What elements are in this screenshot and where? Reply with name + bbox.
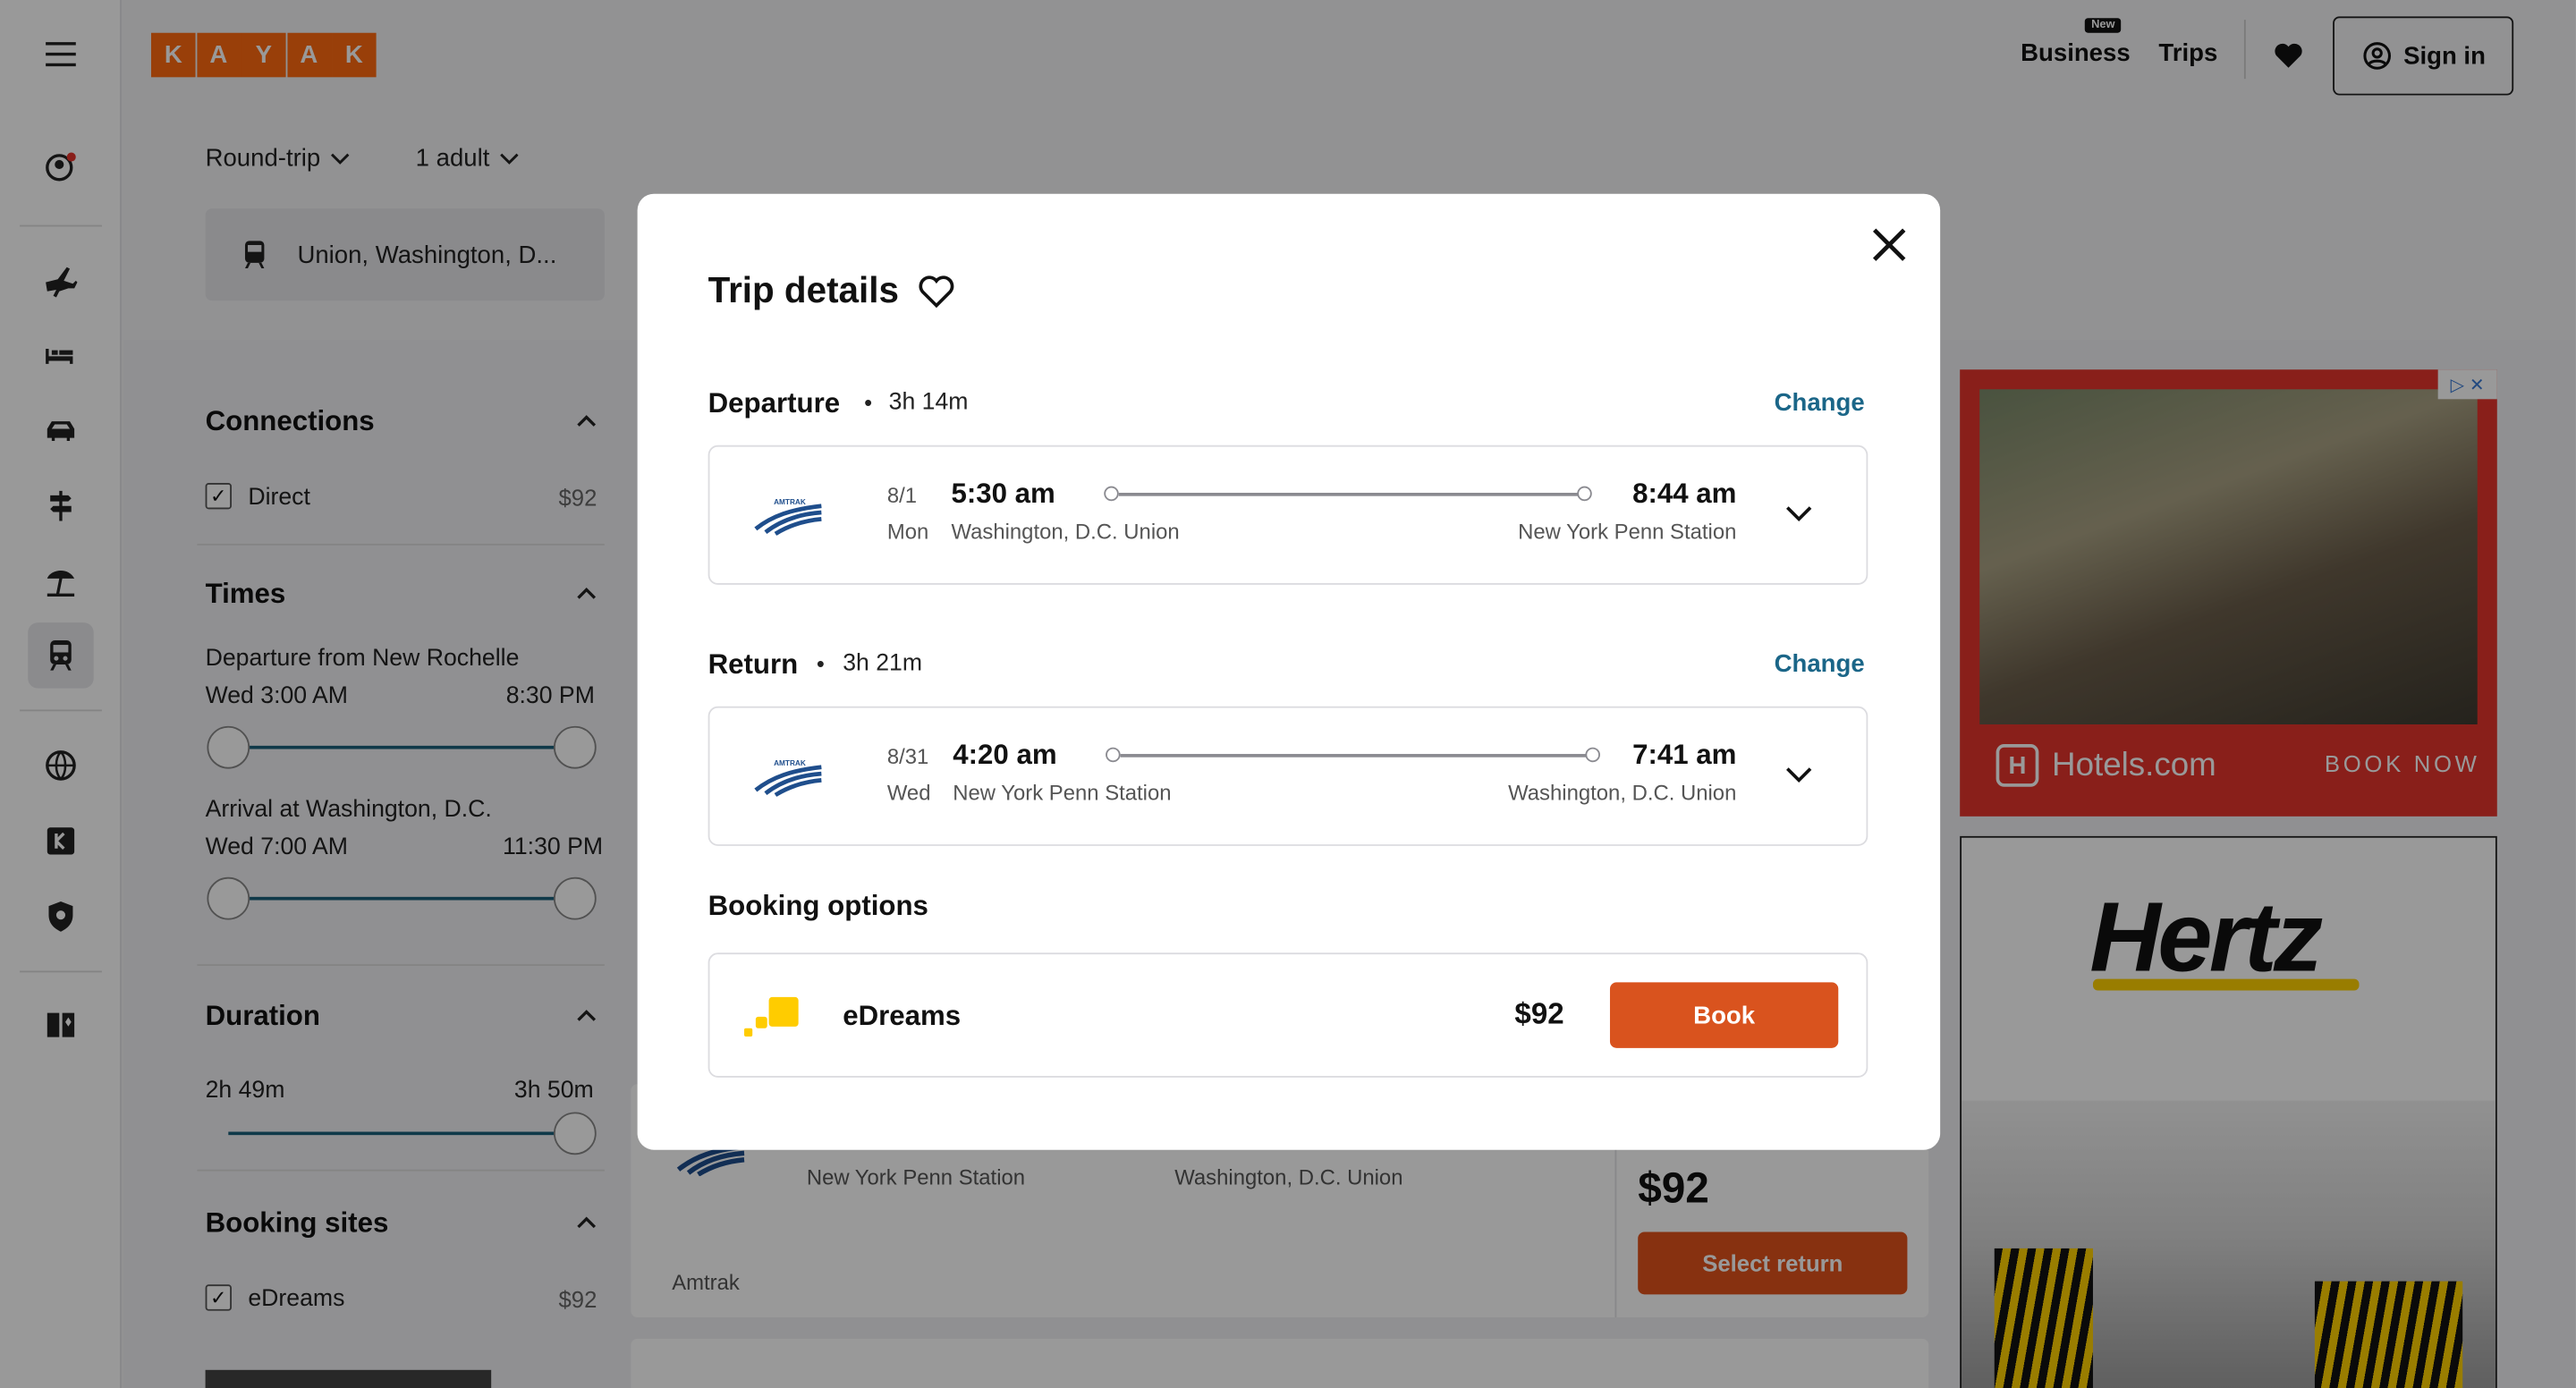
save-heart-icon[interactable] xyxy=(917,273,956,309)
svg-text:AMTRAK: AMTRAK xyxy=(774,759,806,767)
amtrak-logo: AMTRAK xyxy=(754,498,822,536)
provider-price: $92 xyxy=(1514,996,1564,1030)
return-arrive-time: 7:41 am xyxy=(1632,739,1737,771)
departure-depart-time: 5:30 am xyxy=(951,478,1055,510)
return-date: 8/31 xyxy=(886,744,929,769)
departure-dow: Mon xyxy=(886,519,929,544)
booking-option-row: eDreams $92 Book xyxy=(708,952,1868,1078)
change-return-link[interactable]: Change xyxy=(1775,650,1865,678)
modal-title: Trip details xyxy=(708,269,899,311)
departure-arrive-time: 8:44 am xyxy=(1632,478,1737,510)
return-leg[interactable]: AMTRAK 8/31 Wed 4:20 am New York Penn St… xyxy=(708,706,1868,846)
booking-options-heading: Booking options xyxy=(708,890,928,922)
close-icon[interactable] xyxy=(1869,225,1909,265)
chevron-down-icon[interactable] xyxy=(1785,767,1812,783)
return-duration: 3h 21m xyxy=(843,650,923,677)
svg-text:AMTRAK: AMTRAK xyxy=(774,498,806,506)
return-dow: Wed xyxy=(886,780,931,805)
trip-details-modal: Trip details Departure • 3h 14m Change A… xyxy=(637,193,1941,1150)
departure-depart-station: Washington, D.C. Union xyxy=(951,519,1180,544)
return-depart-time: 4:20 am xyxy=(953,739,1057,771)
chevron-down-icon[interactable] xyxy=(1785,506,1812,522)
departure-heading: Departure xyxy=(708,387,841,419)
departure-arrive-station: New York Penn Station xyxy=(1518,519,1737,544)
edreams-logo-icon xyxy=(744,996,799,1037)
departure-duration: 3h 14m xyxy=(888,389,969,416)
return-heading: Return xyxy=(708,648,799,681)
departure-leg[interactable]: AMTRAK 8/1 Mon 5:30 am Washington, D.C. … xyxy=(708,444,1868,585)
provider-name: eDreams xyxy=(843,1000,962,1032)
return-arrive-station: Washington, D.C. Union xyxy=(1508,780,1737,805)
return-depart-station: New York Penn Station xyxy=(953,780,1172,805)
amtrak-logo: AMTRAK xyxy=(754,759,822,797)
departure-date: 8/1 xyxy=(886,482,918,508)
book-button[interactable]: Book xyxy=(1609,982,1839,1048)
change-departure-link[interactable]: Change xyxy=(1775,389,1865,417)
